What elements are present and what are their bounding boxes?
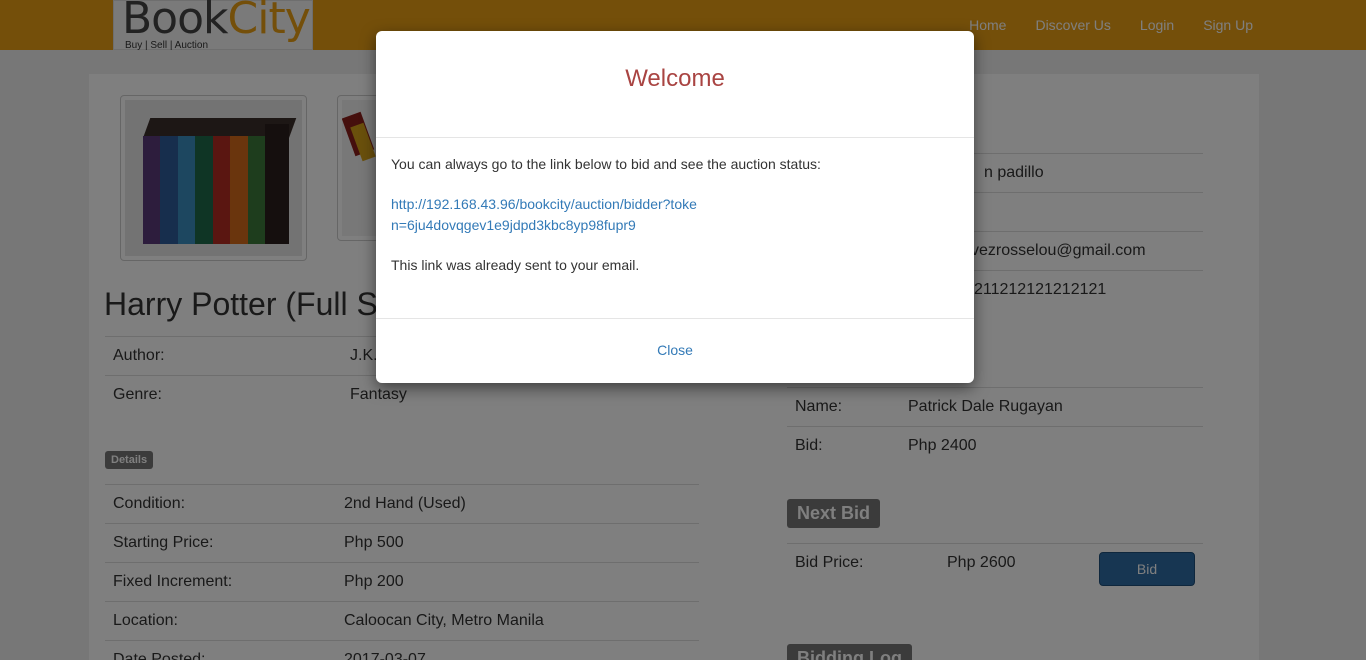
modal-title: Welcome [625, 65, 725, 92]
modal-footer: Close [376, 319, 974, 360]
modal-message: You can always go to the link below to b… [391, 156, 821, 172]
modal-header: Welcome [376, 31, 974, 138]
modal-email-note: This link was already sent to your email… [391, 257, 640, 273]
bidder-auction-link[interactable]: http://192.168.43.96/bookcity/auction/bi… [391, 194, 701, 236]
welcome-modal: Welcome You can always go to the link be… [376, 31, 974, 383]
modal-body: You can always go to the link below to b… [376, 138, 974, 319]
close-button[interactable]: Close [657, 342, 693, 358]
